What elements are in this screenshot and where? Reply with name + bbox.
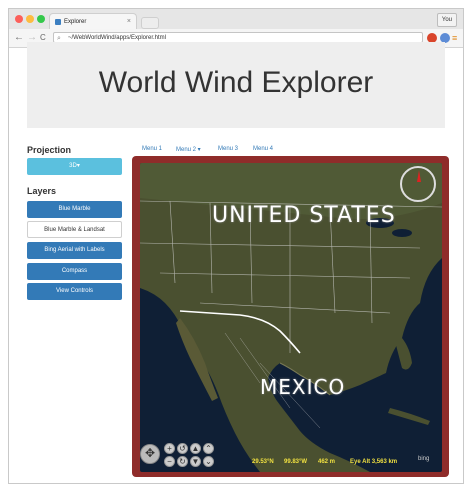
label-mexico: MEXICO <box>260 375 346 399</box>
projection-button-label: 3D <box>69 163 77 169</box>
tab-bar: Explorer × You <box>9 9 463 30</box>
address-bar-url: ~/WebWorldWind/apps/Explorer.html <box>68 35 166 41</box>
layer-button-compass[interactable]: Compass <box>27 263 122 280</box>
rotate-right-icon[interactable]: ↻ <box>177 456 188 467</box>
projection-heading: Projection <box>27 145 72 155</box>
bing-logo: bing <box>418 456 430 462</box>
minimize-window-button[interactable] <box>26 15 34 23</box>
layer-button-blue-marble[interactable]: Blue Marble <box>27 201 122 218</box>
zoom-in-icon[interactable]: + <box>164 443 175 454</box>
menu-item-3[interactable]: Menu 3 <box>218 146 238 152</box>
back-icon[interactable]: ← <box>14 31 24 45</box>
page-title: World Wind Explorer <box>98 66 374 99</box>
new-tab-button[interactable] <box>141 17 159 29</box>
layer-button-blue-marble-landsat[interactable]: Blue Marble & Landsat <box>27 221 122 238</box>
zoom-out-icon[interactable]: − <box>164 456 175 467</box>
menu-item-1[interactable]: Menu 1 <box>142 146 162 152</box>
favicon-icon <box>55 19 61 25</box>
exaggeration-down-icon[interactable]: ⌄ <box>203 456 214 467</box>
menu-item-2[interactable]: Menu 2 ▾ <box>176 146 201 153</box>
tilt-down-icon[interactable]: ▼ <box>190 456 201 467</box>
compass-icon[interactable] <box>400 166 436 202</box>
rotate-left-icon[interactable]: ↺ <box>177 443 188 454</box>
close-window-button[interactable] <box>15 15 23 23</box>
zoom-window-button[interactable] <box>37 15 45 23</box>
latitude-readout: 29.53°N <box>252 459 274 465</box>
tilt-up-icon[interactable]: ▲ <box>190 443 201 454</box>
layer-button-view-controls[interactable]: View Controls <box>27 283 122 300</box>
menu-item-4[interactable]: Menu 4 <box>253 146 273 152</box>
elevation-readout: 462 m <box>318 459 336 465</box>
pan-control-icon[interactable]: ✥ <box>140 444 160 464</box>
layers-heading: Layers <box>27 186 57 196</box>
label-united-states: UNITED STATES <box>212 203 396 228</box>
projection-dropdown-button[interactable]: 3D▾ <box>27 158 122 175</box>
eye-altitude-readout: Eye Alt 3,563 km <box>350 459 398 465</box>
browser-tab[interactable]: Explorer × <box>49 13 137 29</box>
header-banner: World Wind Explorer <box>27 42 445 128</box>
tab-title: Explorer <box>64 19 87 25</box>
globe-canvas[interactable]: UNITED STATES MEXICO <box>140 163 442 472</box>
exaggeration-up-icon[interactable]: ⌃ <box>203 443 214 454</box>
layer-button-bing-aerial[interactable]: Bing Aerial with Labels <box>27 242 122 259</box>
longitude-readout: 99.83°W <box>284 459 308 465</box>
tab-close-icon[interactable]: × <box>127 14 131 30</box>
compass-needle <box>417 170 421 182</box>
menu-icon[interactable]: ≡ <box>452 31 457 45</box>
caret-down-icon: ▾ <box>76 163 80 169</box>
profile-button[interactable]: You <box>436 13 457 27</box>
